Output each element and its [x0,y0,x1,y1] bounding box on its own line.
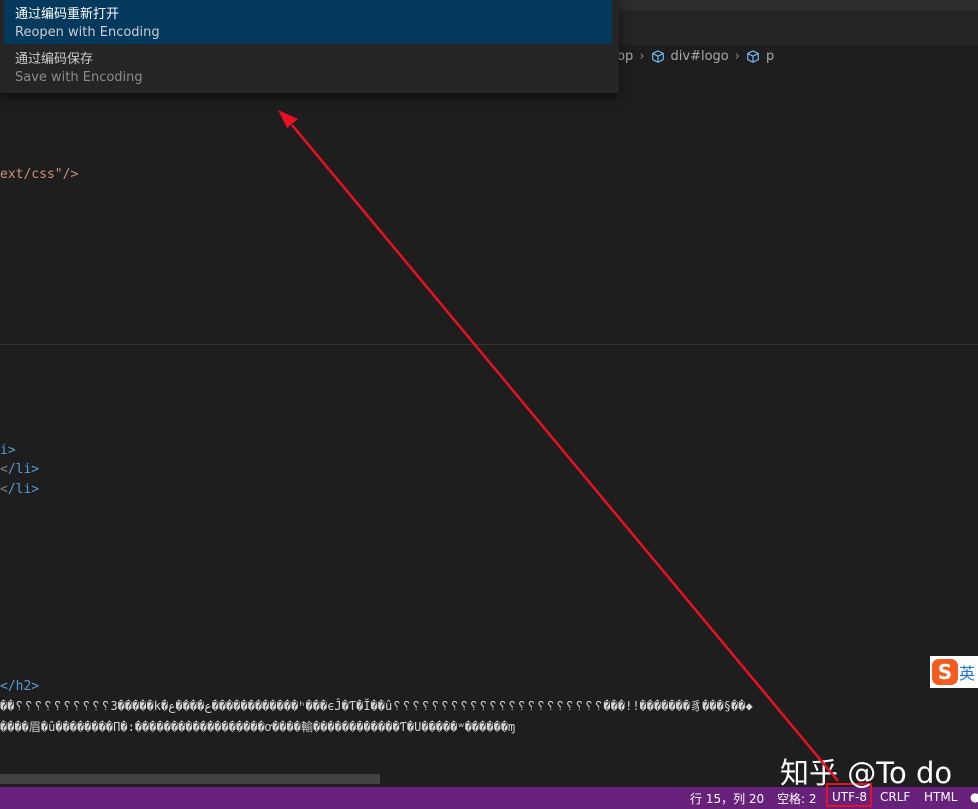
code-line-garbled: ����眉�û��������Π�:������������������ơ���… [0,720,516,734]
breadcrumb-item-div-logo[interactable]: div#logo [671,49,729,64]
menu-item-title: 通过编码重新打开 [15,7,120,22]
sogou-ime-icon: S 英 [930,656,978,688]
cube-icon [747,49,759,63]
menu-item-description: Save with Encoding [15,70,143,85]
horizontal-scrollbar[interactable] [0,774,380,784]
code-token: < [0,462,8,477]
encoding-menu: 通过编码重新打开 Reopen with Encoding 通过编码保存 Sav… [0,0,619,93]
code-line-garbled: ��␦␦␦␦␦␦␦␦␦␦3�����k�ع����ع������������ʰ�… [0,699,753,713]
code-line-li: </li> [0,480,39,500]
editor-divider [0,344,978,345]
ime-label: 英 [959,664,975,683]
bell-icon[interactable]: ● [970,790,978,804]
code-token: /li> [7,462,40,477]
code-editor[interactable]: ext/css"/> i> </li> </li> </h2> ��␦␦␦␦␦␦… [0,69,978,787]
code-token: < [0,482,8,497]
status-language[interactable]: HTML [924,790,957,804]
menu-item-description: Reopen with Encoding [15,25,160,40]
chevron-right-icon: › [734,49,740,64]
code-line-h2: </h2> [0,679,40,694]
code-line-stylesheet: ext/css"/> [0,167,79,182]
tab-strip [619,0,978,10]
svg-text:S: S [938,660,952,684]
chevron-right-icon: › [639,49,645,64]
status-eol[interactable]: CRLF [880,790,910,804]
status-indentation[interactable]: 空格: 2 [777,790,817,807]
cube-icon [651,49,664,63]
breadcrumb-item-p[interactable]: p [766,49,774,64]
code-line-li: i> [0,441,16,461]
status-cursor-position[interactable]: 行 15，列 20 [690,790,764,807]
menu-item-reopen-with-encoding[interactable]: 通过编码重新打开 Reopen with Encoding [4,0,612,44]
menu-item-save-with-encoding[interactable]: 通过编码保存 Save with Encoding [4,45,612,89]
menu-item-title: 通过编码保存 [15,52,94,67]
zhihu-watermark: 知乎 @To do [780,756,953,790]
code-token: /li> [7,482,40,497]
code-line-li: </li> [0,460,39,480]
code-token: i> [0,443,16,458]
